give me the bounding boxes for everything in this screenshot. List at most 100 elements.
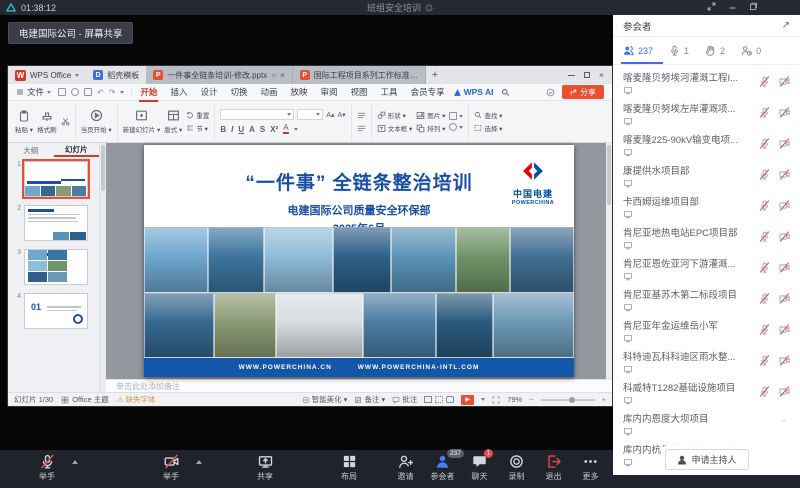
chevron-down-icon[interactable] bbox=[481, 398, 485, 401]
file-menu-button[interactable]: 文件 bbox=[16, 86, 51, 98]
tab-wps-ai[interactable]: WPS AI bbox=[453, 87, 494, 97]
counter-mic[interactable]: 1 bbox=[669, 45, 689, 56]
save-icon[interactable] bbox=[58, 88, 66, 96]
maximize-icon[interactable] bbox=[749, 2, 758, 11]
toolbar-participants-button[interactable]: 237 参会者 bbox=[424, 454, 461, 482]
ribbon-tab-动画[interactable]: 动画 bbox=[259, 84, 278, 100]
wps-home-button[interactable]: W WPS Office bbox=[8, 66, 86, 84]
ribbon-tab-审阅[interactable]: 审阅 bbox=[320, 84, 339, 100]
counter-people[interactable]: 237 bbox=[623, 45, 653, 56]
slide[interactable]: “一件事” 全链条整治培训 电建国际公司质量安全环保部 2025年6月 中国电建… bbox=[144, 145, 574, 377]
fullscreen-icon[interactable] bbox=[492, 396, 500, 404]
font-color-button[interactable]: A bbox=[283, 124, 288, 134]
participant-row[interactable]: 库内内恩度大坝项目 – bbox=[613, 409, 800, 440]
outline-dropdown[interactable] bbox=[449, 123, 463, 131]
ribbon-tab-放映[interactable]: 放映 bbox=[290, 84, 309, 100]
ribbon-tab-设计[interactable]: 设计 bbox=[199, 84, 218, 100]
chevron-up-icon[interactable] bbox=[72, 460, 78, 464]
ribbon-tab-视图[interactable]: 视图 bbox=[350, 84, 369, 100]
participant-row[interactable]: 肯尼亚基苏木第二标段项目 bbox=[613, 285, 800, 316]
paragraph-tools[interactable] bbox=[357, 111, 366, 133]
ribbon-tab-切换[interactable]: 切换 bbox=[229, 84, 248, 100]
ribbon-tab-会员专享[interactable]: 会员专享 bbox=[410, 84, 446, 100]
new-slide-button[interactable]: 新建幻灯片 ▾ bbox=[123, 109, 161, 134]
shapes-button[interactable]: 形状 ▾ bbox=[377, 110, 413, 120]
picture-button[interactable]: 图片 ▾ bbox=[416, 110, 445, 120]
font-btn-0[interactable]: B bbox=[220, 125, 226, 134]
font-size-select[interactable] bbox=[297, 109, 323, 120]
slide-layout-button[interactable]: 版式 ▾ bbox=[164, 109, 182, 134]
comment-button[interactable]: 批注 bbox=[392, 394, 417, 405]
slide-thumbnail-4[interactable]: 01 bbox=[24, 293, 88, 329]
participant-row[interactable]: 科特迪瓦科科迪区雨水整... bbox=[613, 347, 800, 378]
align-format-icon[interactable] bbox=[357, 124, 366, 133]
participant-list[interactable]: 喀麦隆贝努埃河灌溉工程I... 喀麦隆贝努埃左岸灌溉项... 喀麦隆225-90… bbox=[613, 65, 800, 475]
participant-row[interactable]: 喀麦隆贝努埃左岸灌溉项... bbox=[613, 99, 800, 130]
textbox-button[interactable]: 文本框 ▾ bbox=[377, 123, 413, 133]
expand-window-icon[interactable] bbox=[707, 2, 716, 11]
format-painter-button[interactable]: 格式刷 bbox=[37, 110, 57, 134]
ribbon-tab-工具[interactable]: 工具 bbox=[380, 84, 399, 100]
participant-row[interactable]: 卡西姆运维项目部 bbox=[613, 192, 800, 223]
slideshow-play-button[interactable]: ▶ bbox=[461, 395, 474, 405]
font-btn-5[interactable]: X² bbox=[270, 125, 278, 134]
font-btn-2[interactable]: U bbox=[238, 125, 244, 134]
tab-outline[interactable]: 大纲 bbox=[8, 145, 54, 156]
participant-row[interactable]: 肯尼亚地热电站EPC项目部 bbox=[613, 223, 800, 254]
new-tab-button[interactable]: + bbox=[426, 66, 444, 84]
participant-row[interactable]: 喀麦隆225-90kV输变电项... bbox=[613, 130, 800, 161]
tab-slides[interactable]: 幻灯片 bbox=[54, 144, 100, 157]
shrink-font-button[interactable]: A▾ bbox=[338, 111, 346, 119]
zoom-slider[interactable] bbox=[541, 399, 595, 401]
document-tab-0[interactable]: D 稻壳模板 bbox=[86, 66, 146, 84]
counter-hand[interactable]: 2 bbox=[705, 45, 725, 56]
paste-button[interactable]: 粘贴 ▾ bbox=[15, 110, 33, 134]
document-tab-1[interactable]: P 一件事全链条培训-修改.pptx ○× bbox=[146, 66, 293, 84]
info-icon[interactable] bbox=[425, 4, 433, 12]
popout-icon[interactable]: ↗ bbox=[782, 20, 790, 31]
redo-icon[interactable]: ↷ bbox=[109, 88, 116, 97]
minimize-icon[interactable] bbox=[728, 2, 737, 11]
play-from-current-button[interactable]: 当页开始 ▾ bbox=[81, 109, 112, 134]
arrange-button[interactable]: 排列 ▾ bbox=[416, 123, 445, 133]
slide-thumbnail-1[interactable] bbox=[24, 161, 88, 197]
sorter-view-icon[interactable] bbox=[435, 396, 443, 403]
claim-host-button[interactable]: 申请主持人 bbox=[664, 449, 748, 470]
wps-maximize-icon[interactable] bbox=[584, 72, 590, 78]
counter-waiting[interactable]: 0 bbox=[741, 45, 761, 56]
zoom-out-button[interactable]: − bbox=[529, 395, 533, 404]
wps-minimize-icon[interactable] bbox=[568, 75, 575, 76]
toolbar-exit-button[interactable]: 退出 bbox=[535, 454, 572, 482]
participant-row[interactable]: 康提供水项目部 bbox=[613, 161, 800, 192]
normal-view-icon[interactable] bbox=[424, 396, 432, 403]
sync-status-icon[interactable] bbox=[546, 88, 555, 97]
smart-beautify-button[interactable]: 智能美化 ▾ bbox=[302, 394, 348, 405]
grow-font-button[interactable]: A▴ bbox=[326, 111, 334, 119]
share-document-button[interactable]: 分享 bbox=[562, 85, 604, 99]
reset-button[interactable]: 重置 bbox=[186, 110, 209, 120]
ribbon-tab-开始[interactable]: 开始 bbox=[139, 84, 158, 100]
list-format-icon[interactable] bbox=[357, 111, 366, 120]
toolbar-layout-grid-button[interactable]: 布局 bbox=[326, 454, 372, 482]
participant-row[interactable]: 肯尼亚恩佐亚河下游灌溉... bbox=[613, 254, 800, 285]
missing-font-warning[interactable]: ⚠ 缺失字体 bbox=[117, 394, 156, 405]
participant-row[interactable]: 肯尼亚年金运维岳小军 bbox=[613, 316, 800, 347]
toolbar-camera-off-button[interactable]: 举手 bbox=[148, 454, 194, 482]
toolbar-chat-button[interactable]: 1 聊天 bbox=[461, 454, 498, 482]
view-mode-buttons[interactable] bbox=[424, 396, 454, 403]
participant-row[interactable]: 科威特T1282基础设施项目 bbox=[613, 378, 800, 409]
chevron-down-icon[interactable] bbox=[120, 91, 124, 94]
toolbar-share-screen-button[interactable]: 共享 bbox=[242, 454, 288, 482]
theme-indicator[interactable]: Office 主题 bbox=[61, 394, 109, 405]
wps-close-icon[interactable]: × bbox=[599, 70, 604, 80]
find-button[interactable]: 查找 ▾ bbox=[474, 110, 502, 120]
print-icon[interactable] bbox=[71, 88, 79, 96]
font-btn-3[interactable]: A bbox=[249, 125, 255, 134]
ribbon-tab-插入[interactable]: 插入 bbox=[169, 84, 188, 100]
undo-icon[interactable]: ↶ bbox=[97, 88, 104, 97]
slide-thumbnail-3[interactable] bbox=[24, 249, 88, 285]
toolbar-invite-button[interactable]: 邀请 bbox=[387, 454, 424, 482]
quick-access-toolbar[interactable]: ↶↷ bbox=[58, 88, 132, 97]
notes-button[interactable]: 备注 ▾ bbox=[354, 394, 385, 405]
select-button[interactable]: 选择 ▾ bbox=[474, 123, 502, 133]
